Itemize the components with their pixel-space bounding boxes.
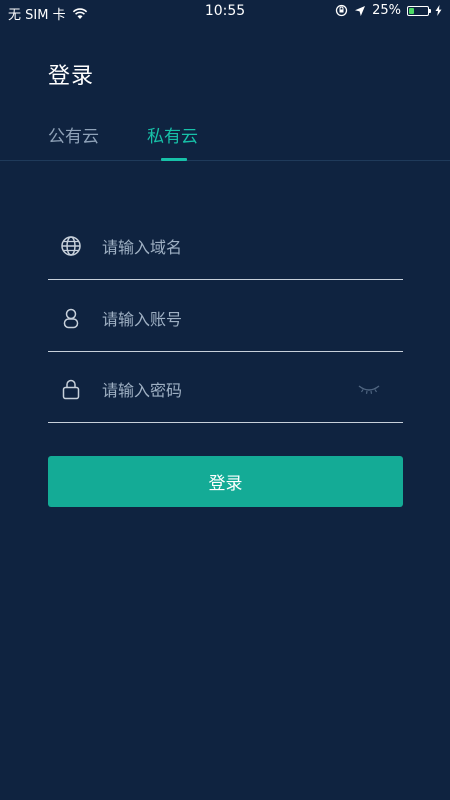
tab-public-cloud[interactable]: 公有云 [48, 122, 99, 147]
eye-closed-icon[interactable] [357, 381, 381, 397]
cloud-tabs: 公有云 私有云 [0, 118, 450, 161]
battery-level [409, 7, 414, 14]
tab-private-cloud[interactable]: 私有云 [147, 122, 198, 147]
page-title: 登录 [48, 64, 95, 89]
status-bar: 无 SIM 卡 10:55 25% [0, 0, 450, 24]
orientation-lock-icon [335, 4, 348, 17]
account-field [48, 284, 403, 352]
password-field [48, 355, 403, 423]
password-input[interactable] [100, 375, 344, 405]
globe-icon [61, 236, 81, 256]
active-tab-indicator [161, 158, 187, 161]
location-arrow-icon [355, 5, 366, 16]
domain-input[interactable] [100, 232, 344, 262]
account-input[interactable] [100, 304, 344, 334]
battery-percent: 25% [372, 3, 401, 18]
charging-bolt-icon [435, 5, 442, 16]
login-button[interactable]: 登录 [48, 456, 403, 507]
user-icon [63, 308, 79, 329]
domain-field [48, 212, 403, 280]
battery-icon [407, 5, 431, 16]
status-right: 25% [335, 3, 442, 18]
lock-icon [62, 379, 80, 400]
